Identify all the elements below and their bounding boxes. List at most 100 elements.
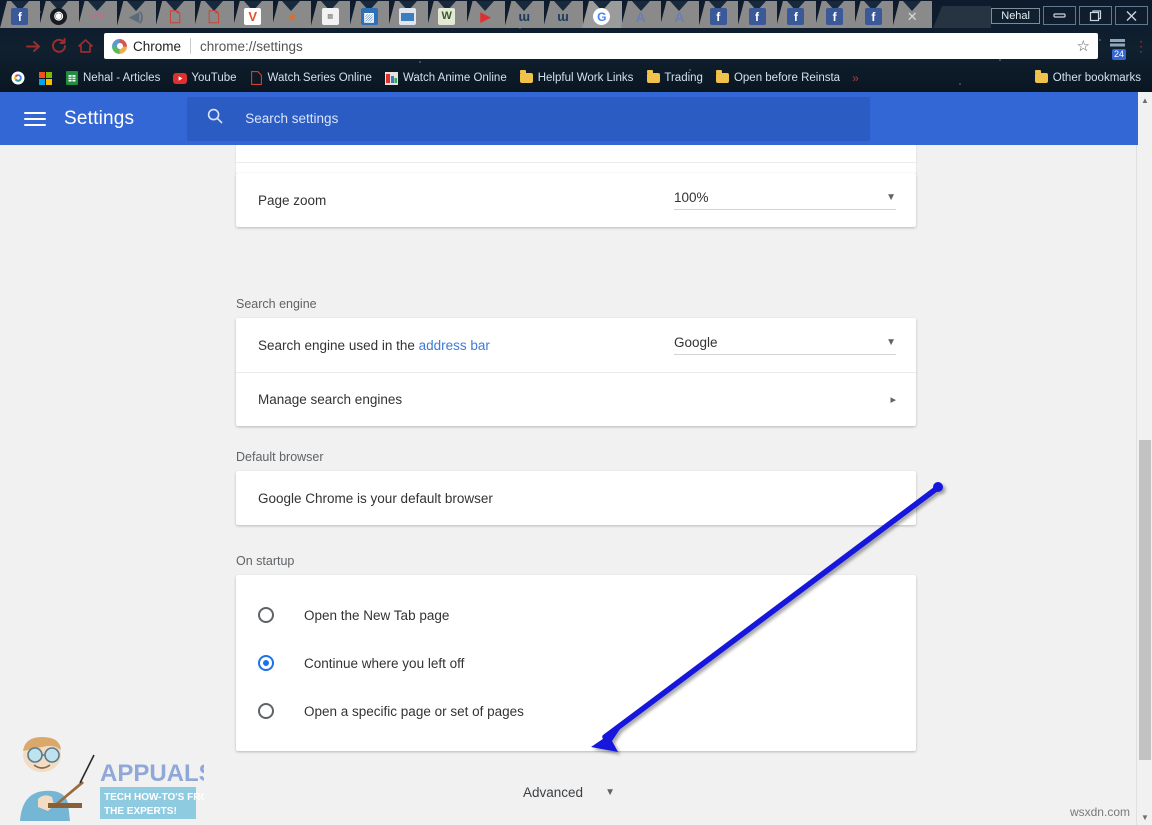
- tab-firefox[interactable]: ◕: [272, 1, 312, 28]
- site-watermark: wsxdn.com: [1070, 805, 1130, 819]
- tab-facebook-4[interactable]: f: [776, 1, 816, 28]
- bookmarks-overflow-button[interactable]: »: [852, 71, 859, 85]
- tab-document-2[interactable]: 🗋: [194, 1, 234, 28]
- settings-header: Settings Search settings: [0, 92, 1138, 145]
- appuals-watermark: APPUALS TECH HOW-TO'S FROM THE EXPERTS!: [4, 729, 204, 821]
- radio-label: Continue where you left off: [304, 656, 464, 671]
- facebook-icon: f: [11, 8, 28, 25]
- tab-wikihow[interactable]: W: [427, 1, 467, 28]
- tab-facebook-2[interactable]: f: [698, 1, 738, 28]
- bookmark-nehal-articles[interactable]: Nehal - Articles: [60, 69, 165, 87]
- bookmark-watch-series[interactable]: Watch Series Online: [245, 69, 377, 87]
- search-engine-select[interactable]: Google ▼: [674, 335, 896, 355]
- microsoft-icon: [38, 71, 52, 85]
- document-icon: [250, 71, 264, 85]
- extension-button[interactable]: 24: [1104, 38, 1130, 55]
- bookmark-label: Other bookmarks: [1053, 72, 1141, 84]
- tab-vimeo[interactable]: V: [233, 1, 273, 28]
- tab-blue-app[interactable]: ▨: [349, 1, 389, 28]
- search-input[interactable]: Search settings: [187, 97, 870, 141]
- radio-label: Open the New Tab page: [304, 608, 449, 623]
- bookmark-folder-helpful-work-links[interactable]: Helpful Work Links: [515, 69, 639, 87]
- tab-google-settings[interactable]: G: [582, 1, 622, 28]
- scroll-up-button[interactable]: ▲: [1137, 92, 1152, 108]
- radio-open-specific-pages[interactable]: Open a specific page or set of pages: [236, 687, 916, 735]
- row-page-zoom[interactable]: Page zoom 100% ▼: [236, 173, 916, 227]
- tab-facebook-3[interactable]: f: [737, 1, 777, 28]
- forward-button[interactable]: [20, 39, 46, 54]
- bookmark-star-icon[interactable]: ☆: [1077, 37, 1090, 55]
- chrome-icon: [112, 39, 127, 54]
- bookmark-folder-trading[interactable]: Trading: [641, 69, 708, 87]
- app-icon: ▨: [361, 8, 378, 25]
- tab-letter-a-2[interactable]: A: [660, 1, 700, 28]
- chevron-down-icon: ▼: [886, 337, 896, 348]
- scroll-down-button[interactable]: ▼: [1137, 809, 1152, 825]
- facebook-icon: f: [826, 8, 843, 25]
- bookmark-microsoft[interactable]: [33, 69, 57, 87]
- site-chip: Chrome: [112, 39, 181, 54]
- profile-button[interactable]: Nehal: [991, 8, 1040, 24]
- page-zoom-select[interactable]: 100% ▼: [674, 190, 896, 210]
- radio-button-icon: [258, 703, 274, 719]
- chrome-menu-button[interactable]: ⋮: [1130, 38, 1152, 55]
- bookmark-google[interactable]: [6, 69, 30, 87]
- tab-speaker[interactable]: ◀): [116, 1, 156, 28]
- tab-facebook-6[interactable]: f: [854, 1, 894, 28]
- restore-button[interactable]: [1079, 6, 1112, 25]
- address-bar-link[interactable]: address bar: [419, 338, 490, 353]
- letter-a-icon: A: [671, 8, 688, 25]
- tab-youtube[interactable]: ▶: [466, 1, 506, 28]
- home-button[interactable]: [72, 38, 98, 54]
- wikihow-icon: W: [438, 8, 455, 25]
- tab-white-page[interactable]: ▤: [310, 1, 350, 28]
- row-manage-search-engines[interactable]: Manage search engines ▸: [236, 372, 916, 426]
- new-tab-button[interactable]: [933, 6, 991, 28]
- tab-bird-2[interactable]: ɯ: [543, 1, 583, 28]
- row-label-prefix: Search engine used in the: [258, 338, 419, 353]
- reload-button[interactable]: [46, 38, 72, 54]
- bookmark-folder-open-before-reinstall[interactable]: Open before Reinsta: [711, 69, 845, 87]
- radio-button-icon: [258, 607, 274, 623]
- radio-open-new-tab-page[interactable]: Open the New Tab page: [236, 591, 916, 639]
- restore-icon: [1089, 10, 1102, 22]
- page-title: Settings: [64, 108, 134, 130]
- bookmark-label: Open before Reinsta: [734, 72, 840, 84]
- firefox-icon: ◕: [283, 8, 300, 25]
- row-label: Search engine used in the address bar: [258, 338, 490, 353]
- address-bar-url: chrome://settings: [200, 39, 303, 54]
- tab-window[interactable]: [388, 1, 428, 28]
- bookmark-watch-anime[interactable]: Watch Anime Online: [380, 69, 512, 87]
- section-label-on-startup: On startup: [236, 554, 294, 568]
- scrollbar-thumb[interactable]: [1139, 440, 1151, 760]
- steam-icon: ◉: [50, 8, 67, 25]
- google-icon: [11, 71, 25, 85]
- hamburger-icon[interactable]: [24, 108, 46, 130]
- bookmarks-bar: Nehal - Articles YouTube Watch Series On…: [0, 64, 1152, 92]
- youtube-icon: [173, 71, 187, 85]
- tab-swoosh[interactable]: 〰: [78, 1, 118, 28]
- home-icon: [77, 38, 94, 54]
- bird-icon: ɯ: [555, 8, 572, 25]
- address-bar[interactable]: Chrome chrome://settings ☆: [104, 33, 1098, 59]
- tab-letter-a-1[interactable]: A: [621, 1, 661, 28]
- tab-facebook[interactable]: f: [0, 1, 40, 28]
- google-icon: G: [593, 8, 610, 25]
- bookmark-folder-other-bookmarks[interactable]: Other bookmarks: [1030, 69, 1146, 87]
- bookmark-label: Nehal - Articles: [83, 72, 160, 84]
- tab-bird-1[interactable]: ɯ: [504, 1, 544, 28]
- row-search-engine-used[interactable]: Search engine used in the address bar Go…: [236, 318, 916, 372]
- minimize-button[interactable]: [1043, 6, 1076, 25]
- radio-continue-where-left-off[interactable]: Continue where you left off: [236, 639, 916, 687]
- bookmark-youtube[interactable]: YouTube: [168, 69, 241, 87]
- facebook-icon: f: [787, 8, 804, 25]
- search-icon: [207, 108, 223, 129]
- close-button[interactable]: [1115, 6, 1148, 25]
- tab-close-button[interactable]: ✕: [892, 1, 932, 28]
- tab-document-1[interactable]: 🗋: [155, 1, 195, 28]
- tab-facebook-5[interactable]: f: [815, 1, 855, 28]
- tab-steam[interactable]: ◉: [39, 1, 79, 28]
- anime-icon: [385, 71, 399, 85]
- folder-icon: [716, 71, 730, 85]
- page-scrollbar[interactable]: ▲ ▼: [1136, 92, 1152, 825]
